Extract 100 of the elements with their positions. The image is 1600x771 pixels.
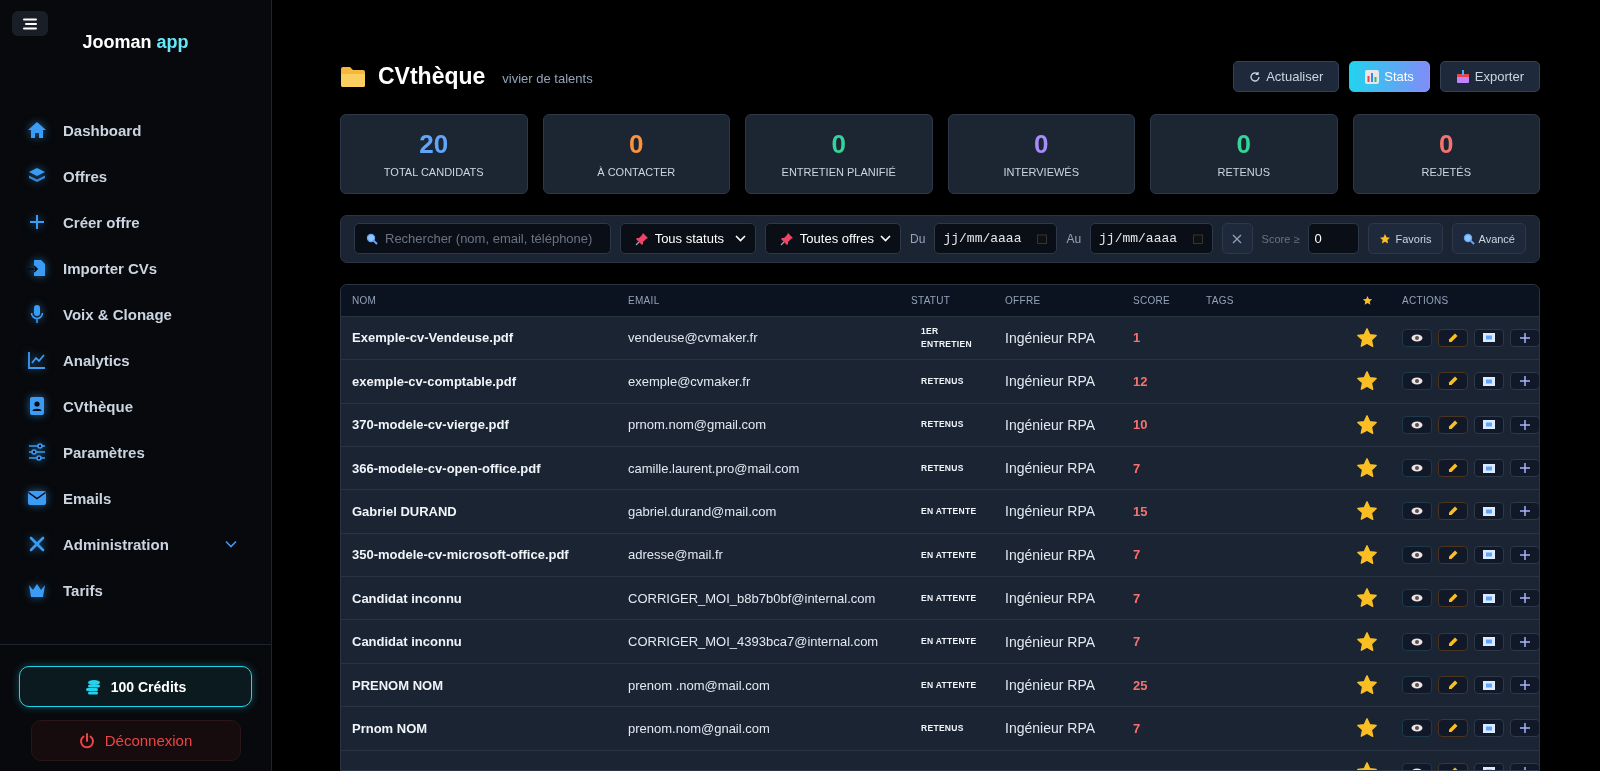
favorite-star-icon[interactable] bbox=[1356, 543, 1378, 566]
message-button[interactable] bbox=[1474, 632, 1504, 651]
candidate-email: camille.laurent.pro@mail.com bbox=[628, 460, 800, 476]
add-button[interactable] bbox=[1510, 589, 1539, 608]
app-name: Jooman app bbox=[81, 32, 190, 53]
edit-button[interactable] bbox=[1438, 719, 1468, 738]
add-button[interactable] bbox=[1510, 632, 1539, 651]
view-button[interactable] bbox=[1402, 502, 1432, 521]
contact-icon bbox=[27, 396, 47, 416]
add-button[interactable] bbox=[1510, 719, 1539, 738]
envelope-icon bbox=[1483, 723, 1495, 733]
plus-icon bbox=[1520, 593, 1530, 604]
favorites-button[interactable]: Favoris bbox=[1368, 223, 1443, 255]
edit-button[interactable] bbox=[1438, 459, 1468, 478]
search-field[interactable]: Rechercher (nom, email, téléphone) bbox=[354, 223, 611, 255]
pencil-icon bbox=[1448, 680, 1458, 691]
favorite-star-icon[interactable] bbox=[1356, 500, 1378, 523]
nav-item[interactable]: Importer CVs bbox=[27, 245, 271, 291]
view-button[interactable] bbox=[1402, 459, 1432, 478]
message-button[interactable] bbox=[1474, 719, 1504, 738]
pencil-icon bbox=[1448, 636, 1458, 647]
plus-icon bbox=[1520, 376, 1530, 387]
credits-button[interactable]: 100 Crédits bbox=[19, 666, 252, 707]
add-button[interactable] bbox=[1510, 415, 1539, 434]
view-button[interactable] bbox=[1402, 545, 1432, 564]
stat-label: ENTRETIEN PLANIFIÉ bbox=[781, 165, 896, 178]
message-button[interactable] bbox=[1474, 676, 1504, 695]
edit-button[interactable] bbox=[1438, 676, 1468, 695]
favorite-star-icon[interactable] bbox=[1356, 674, 1378, 697]
nav-item[interactable]: Offres bbox=[27, 153, 271, 199]
date-field[interactable]: jj/mm/aaaa bbox=[1090, 223, 1213, 255]
message-button[interactable] bbox=[1474, 459, 1504, 478]
nav-item[interactable]: Administration bbox=[27, 521, 271, 567]
nav-item[interactable]: Emails bbox=[27, 475, 271, 521]
view-button[interactable] bbox=[1402, 589, 1432, 608]
add-button[interactable] bbox=[1510, 372, 1539, 391]
date-field[interactable]: jj/mm/aaaa bbox=[934, 223, 1058, 255]
add-button[interactable] bbox=[1510, 545, 1539, 564]
edit-button[interactable] bbox=[1438, 415, 1468, 434]
offer-name: Ingénieur RPA bbox=[1005, 633, 1095, 650]
score-field[interactable]: 0 bbox=[1308, 223, 1360, 255]
favorite-star-icon[interactable] bbox=[1356, 326, 1378, 349]
folder-icon bbox=[340, 65, 366, 88]
message-button[interactable] bbox=[1474, 589, 1504, 608]
add-button[interactable] bbox=[1510, 676, 1539, 695]
message-button[interactable] bbox=[1474, 415, 1504, 434]
favorite-star-icon[interactable] bbox=[1356, 587, 1378, 610]
favorite-star-icon[interactable] bbox=[1356, 717, 1378, 740]
nav-item[interactable]: Analytics bbox=[27, 337, 271, 383]
nav-item[interactable]: Paramètres bbox=[27, 429, 271, 475]
eye-icon bbox=[1411, 681, 1423, 690]
status-label: RETENUS bbox=[921, 723, 964, 734]
favorite-star-icon[interactable] bbox=[1356, 630, 1378, 653]
score-value: 1 bbox=[1133, 330, 1141, 346]
edit-button[interactable] bbox=[1438, 632, 1468, 651]
plus-icon bbox=[1520, 636, 1530, 647]
export-button[interactable]: Exporter bbox=[1439, 61, 1540, 92]
candidate-email: prnom.nom@gmail.com bbox=[628, 417, 767, 433]
nav-item[interactable]: CVthèque bbox=[27, 383, 271, 429]
offer-name: Ingénieur RPA bbox=[1005, 329, 1095, 346]
logout-button[interactable]: Déconnexion bbox=[30, 720, 241, 761]
view-button[interactable] bbox=[1402, 719, 1432, 738]
favorite-star-icon[interactable] bbox=[1356, 413, 1378, 436]
status-label: RETENUS bbox=[921, 375, 964, 386]
edit-button[interactable] bbox=[1438, 502, 1468, 521]
view-button[interactable] bbox=[1402, 415, 1432, 434]
eye-icon bbox=[1411, 507, 1423, 516]
status-select[interactable]: Tous statuts bbox=[619, 223, 756, 255]
message-button[interactable] bbox=[1474, 372, 1504, 391]
stat-label: À CONTACTER bbox=[597, 165, 676, 178]
plus-icon bbox=[1520, 680, 1530, 691]
menu-button[interactable] bbox=[12, 11, 48, 36]
add-button[interactable] bbox=[1510, 328, 1539, 347]
refresh-icon bbox=[1249, 70, 1262, 83]
message-button[interactable] bbox=[1474, 502, 1504, 521]
refresh-button[interactable]: Actualiser bbox=[1233, 61, 1340, 92]
favorite-star-icon[interactable] bbox=[1356, 370, 1378, 393]
stat-value: 20 bbox=[419, 130, 449, 157]
edit-button[interactable] bbox=[1438, 589, 1468, 608]
message-button[interactable] bbox=[1474, 545, 1504, 564]
nav-item[interactable]: Dashboard bbox=[27, 107, 271, 153]
view-button[interactable] bbox=[1402, 676, 1432, 695]
add-button[interactable] bbox=[1510, 502, 1539, 521]
favorite-star-icon[interactable] bbox=[1356, 457, 1378, 480]
view-button[interactable] bbox=[1402, 372, 1432, 391]
edit-button[interactable] bbox=[1438, 545, 1468, 564]
add-button[interactable] bbox=[1510, 459, 1539, 478]
nav-item[interactable]: Voix & Clonage bbox=[27, 291, 271, 337]
advanced-search-button[interactable]: Avancé bbox=[1451, 223, 1526, 255]
edit-button[interactable] bbox=[1438, 328, 1468, 347]
nav-item[interactable]: Créer offre bbox=[27, 199, 271, 245]
edit-button[interactable] bbox=[1438, 372, 1468, 391]
nav-item[interactable]: Tarifs bbox=[27, 567, 271, 613]
eye-icon bbox=[1411, 637, 1423, 646]
view-button[interactable] bbox=[1402, 328, 1432, 347]
message-button[interactable] bbox=[1474, 328, 1504, 347]
view-button[interactable] bbox=[1402, 632, 1432, 651]
chart-icon bbox=[27, 350, 47, 370]
offer-select[interactable]: Toutes offres bbox=[764, 223, 902, 255]
pencil-icon bbox=[1448, 419, 1458, 430]
